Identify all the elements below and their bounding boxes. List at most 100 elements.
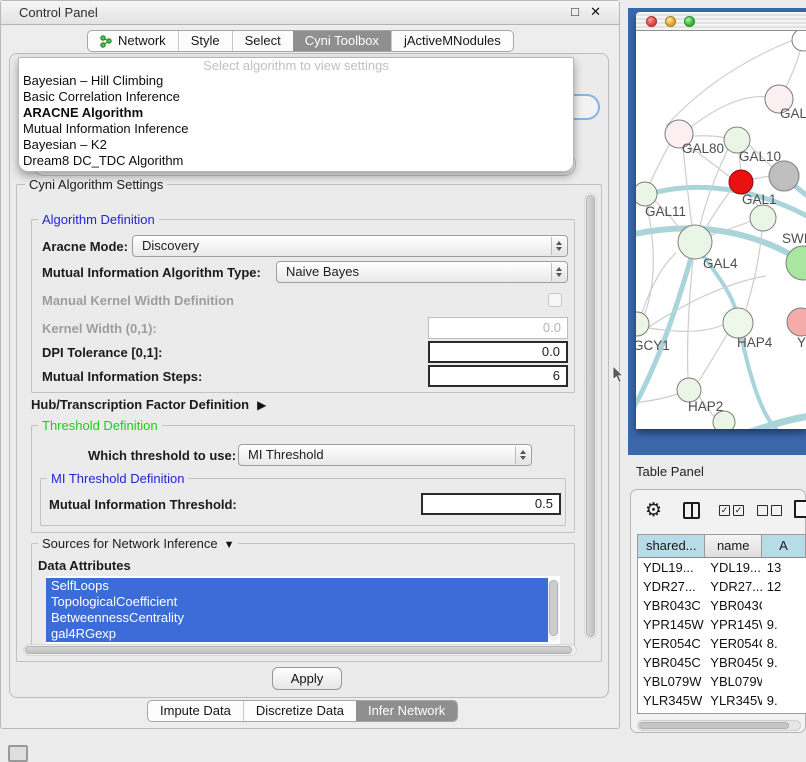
table-row[interactable]: YDR27...YDR27...12	[638, 577, 806, 596]
algorithm-definition-group: Algorithm Definition Aracne Mode: Discov…	[31, 219, 575, 393]
mi-threshold-group: MI Threshold Definition Mutual Informati…	[40, 478, 566, 526]
manual-kernel-checkbox[interactable]	[548, 293, 562, 307]
network-canvas[interactable]: GAL7GAL80GAL10GAL1GAL11SWI4GAL4GCY1HAP4Y…	[636, 31, 806, 429]
table-cell: YBL079W	[705, 672, 762, 691]
select-all-columns-icon[interactable]: ✓✓	[719, 505, 744, 516]
cyni-algorithm-settings-panel: Cyni Algorithm Settings Algorithm Defini…	[16, 184, 602, 662]
sources-group: Sources for Network Inference▼ Data Attr…	[31, 543, 575, 655]
settings-horizontal-scrollbar[interactable]	[23, 644, 577, 656]
network-window-titlebar	[636, 12, 806, 31]
dpi-tolerance-field[interactable]: 0.0	[428, 341, 568, 363]
network-node-gal1[interactable]	[729, 170, 753, 194]
data-attribute-item[interactable]: gal4RGexp	[46, 626, 548, 642]
algorithm-options-list: Bayesian – Hill ClimbingBasic Correlatio…	[19, 73, 573, 169]
algorithm-option[interactable]: Bayesian – Hill Climbing	[19, 73, 573, 89]
apply-button[interactable]: Apply	[272, 667, 342, 690]
network-node-y[interactable]	[787, 308, 806, 336]
mi-steps-label: Mutual Information Steps:	[42, 369, 202, 384]
table-row[interactable]: YER054CYER054C8.	[638, 634, 806, 653]
table-horizontal-scrollbar[interactable]	[637, 720, 801, 731]
mi-steps-field[interactable]: 6	[428, 365, 568, 387]
tab-label: Network	[118, 31, 166, 51]
table-row[interactable]: YIL052CYIL052C9	[638, 710, 806, 714]
export-table-icon[interactable]	[794, 500, 806, 518]
network-node-gcy1[interactable]	[636, 312, 649, 336]
columns-icon[interactable]	[683, 502, 700, 519]
docked-panel-icon[interactable]	[8, 745, 28, 762]
close-traffic-light-icon[interactable]	[646, 16, 657, 27]
tab-label: Style	[191, 31, 220, 51]
tab-cyni-toolbox[interactable]: Cyni Toolbox	[293, 31, 391, 51]
tab-discretize-data[interactable]: Discretize Data	[243, 701, 356, 721]
deselect-all-columns-icon[interactable]	[757, 505, 782, 516]
network-node-label: GAL10	[739, 149, 781, 164]
threshold-definition-title: Threshold Definition	[38, 418, 162, 433]
zoom-traffic-light-icon[interactable]	[684, 16, 695, 27]
mi-threshold-field[interactable]: 0.5	[421, 493, 561, 515]
table-row[interactable]: YBL079WYBL079W	[638, 672, 806, 691]
network-node[interactable]	[792, 31, 806, 51]
table-toolbar: ⚙ ✓✓	[631, 498, 805, 528]
network-node[interactable]	[769, 161, 799, 191]
mi-threshold-title: MI Threshold Definition	[47, 471, 188, 486]
expand-right-icon[interactable]: ▶	[257, 398, 266, 412]
data-attribute-item[interactable]: BetweennessCentrality	[46, 610, 548, 626]
aracne-mode-label: Aracne Mode:	[42, 239, 128, 254]
which-threshold-label: Which threshold to use:	[88, 448, 236, 463]
close-icon[interactable]: ✕	[590, 4, 601, 20]
table-cell: YBR045C	[638, 653, 705, 672]
mi-type-label: Mutual Information Algorithm Type:	[42, 265, 261, 280]
tab-style[interactable]: Style	[178, 31, 232, 51]
column-header[interactable]: A	[762, 535, 806, 557]
network-node-swi4[interactable]	[750, 205, 776, 231]
gear-icon[interactable]: ⚙	[645, 499, 662, 522]
table-cell: YLR345W	[705, 691, 762, 710]
tab-network[interactable]: Network	[88, 31, 178, 51]
table-cell: YER054C	[638, 634, 705, 653]
table-row[interactable]: YBR045CYBR045C9.	[638, 653, 806, 672]
algorithm-option[interactable]: Basic Correlation Inference	[19, 89, 573, 105]
table-row[interactable]: YBR043CYBR043C	[638, 596, 806, 615]
mi-algorithm-type-select[interactable]: Naive Bayes	[276, 261, 568, 283]
algorithm-option[interactable]: Bayesian – K2	[19, 137, 573, 153]
attributes-scrollbar[interactable]	[548, 579, 559, 641]
table-row[interactable]: YDL19...YDL19...13	[638, 558, 806, 577]
algorithm-option[interactable]: Mutual Information Inference	[19, 121, 573, 137]
which-threshold-value: MI Threshold	[248, 447, 324, 462]
settings-vertical-scrollbar[interactable]	[584, 193, 597, 639]
kernel-width-field[interactable]: 0.0	[428, 317, 568, 339]
network-view-window: GAL7GAL80GAL10GAL1GAL11SWI4GAL4GCY1HAP4Y…	[636, 12, 806, 429]
collapse-down-icon[interactable]: ▼	[224, 539, 235, 551]
aracne-mode-select[interactable]: Discovery	[132, 235, 568, 257]
hub-definition-toggle[interactable]: Hub/Transcription Factor Definition▶	[31, 397, 266, 412]
tab-select[interactable]: Select	[232, 31, 293, 51]
spinner-arrows-icon	[551, 237, 566, 255]
tab-label: jActiveMNodules	[404, 31, 501, 51]
tab-label: Select	[245, 31, 281, 51]
minimize-traffic-light-icon[interactable]	[665, 16, 676, 27]
tab-label: Cyni Toolbox	[305, 31, 379, 51]
table-row[interactable]: YPR145WYPR145W9.	[638, 615, 806, 634]
algorithm-option[interactable]: Dream8 DC_TDC Algorithm	[19, 153, 573, 169]
tab-impute-data[interactable]: Impute Data	[148, 701, 243, 721]
data-attribute-item[interactable]: TopologicalCoefficient	[46, 594, 548, 610]
network-view-frame: GAL7GAL80GAL10GAL1GAL11SWI4GAL4GCY1HAP4Y…	[628, 8, 806, 455]
table-cell: 9.	[762, 653, 806, 672]
tab-infer-network[interactable]: Infer Network	[356, 701, 457, 721]
which-threshold-select[interactable]: MI Threshold	[238, 444, 532, 466]
column-header[interactable]: name	[705, 535, 762, 557]
network-node-hap4[interactable]	[723, 308, 753, 338]
network-node-gal11[interactable]	[636, 182, 657, 206]
data-attributes-list: SelfLoopsTopologicalCoefficientBetweenne…	[46, 576, 560, 646]
table-cell: 8.	[762, 634, 806, 653]
algorithm-dropdown-popup: Select algorithm to view settings Bayesi…	[18, 57, 574, 172]
table-row[interactable]: YLR345WYLR345W9.	[638, 691, 806, 710]
data-attribute-item[interactable]: SelfLoops	[46, 578, 548, 594]
table-cell: YDL19...	[638, 558, 705, 577]
tab-jactivemnodules[interactable]: jActiveMNodules	[391, 31, 513, 51]
float-window-icon[interactable]: □	[571, 4, 579, 19]
column-header[interactable]: shared...	[638, 535, 705, 557]
algorithm-option[interactable]: ARACNE Algorithm	[19, 105, 573, 121]
table-cell: 13	[762, 558, 806, 577]
network-node-gal4[interactable]	[678, 225, 712, 259]
